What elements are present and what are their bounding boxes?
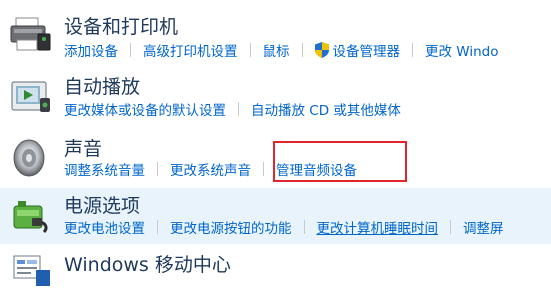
change-power-button-function-link[interactable]: 更改电源按钮的功能 xyxy=(170,217,292,237)
autoplay-links: 更改媒体或设备的默认设置 自动播放 CD 或其他媒体 xyxy=(64,99,401,119)
printer-icon xyxy=(10,17,51,51)
adjust-system-volume-link[interactable]: 调整系统音量 xyxy=(64,159,145,179)
power-options-title[interactable]: 电源选项 xyxy=(64,191,140,218)
link-separator xyxy=(263,162,264,176)
autoplay-cd-link[interactable]: 自动播放 CD 或其他媒体 xyxy=(251,99,401,119)
sound-title[interactable]: 声音 xyxy=(64,134,102,161)
devices-and-printers-title[interactable]: 设备和打印机 xyxy=(64,12,178,39)
power-battery-icon xyxy=(13,201,48,234)
device-manager-link[interactable]: 设备管理器 xyxy=(314,40,401,60)
change-system-sounds-link[interactable]: 更改系统声音 xyxy=(170,159,251,179)
change-battery-settings-link[interactable]: 更改电池设置 xyxy=(64,217,145,237)
link-separator xyxy=(249,43,251,57)
link-separator xyxy=(157,220,158,234)
link-separator xyxy=(301,43,303,57)
section-power-options: 电源选项 更改电池设置 更改电源按钮的功能 更改计算机睡眠时间 调整屏 xyxy=(0,188,551,244)
link-separator xyxy=(130,43,131,57)
device-manager-label: 设备管理器 xyxy=(332,44,401,60)
highlight-annotation-box xyxy=(273,141,407,182)
autoplay-icon xyxy=(11,81,50,112)
section-autoplay: 自动播放 更改媒体或设备的默认设置 自动播放 CD 或其他媒体 xyxy=(0,66,551,128)
change-default-media-settings-link[interactable]: 更改媒体或设备的默认设置 xyxy=(64,99,226,119)
advanced-printer-setup-link[interactable]: 高级打印机设置 xyxy=(143,40,238,60)
uac-shield-icon xyxy=(314,42,329,58)
autoplay-title[interactable]: 自动播放 xyxy=(64,72,140,99)
link-separator xyxy=(238,102,239,116)
devices-links: 添加设备 高级打印机设置 鼠标 设备管理器 更改 Windo xyxy=(64,40,498,60)
link-separator xyxy=(412,43,413,57)
change-windows-link[interactable]: 更改 Windo xyxy=(425,40,498,60)
link-separator xyxy=(450,220,451,234)
mouse-link[interactable]: 鼠标 xyxy=(263,40,290,60)
speaker-icon xyxy=(13,139,45,177)
section-windows-mobility-center: Windows 移动中心 xyxy=(0,244,551,286)
power-links: 更改电池设置 更改电源按钮的功能 更改计算机睡眠时间 调整屏 xyxy=(64,217,504,237)
mobility-center-icon xyxy=(13,255,50,286)
add-device-link[interactable]: 添加设备 xyxy=(64,40,118,60)
change-sleep-time-link[interactable]: 更改计算机睡眠时间 xyxy=(317,217,439,237)
windows-mobility-center-title[interactable]: Windows 移动中心 xyxy=(64,250,231,277)
link-separator xyxy=(303,220,305,234)
adjust-screen-brightness-link[interactable]: 调整屏 xyxy=(463,217,504,237)
section-devices-and-printers: 设备和打印机 添加设备 高级打印机设置 鼠标 设备管理器 更改 Windo xyxy=(0,0,551,66)
link-separator xyxy=(157,162,158,176)
